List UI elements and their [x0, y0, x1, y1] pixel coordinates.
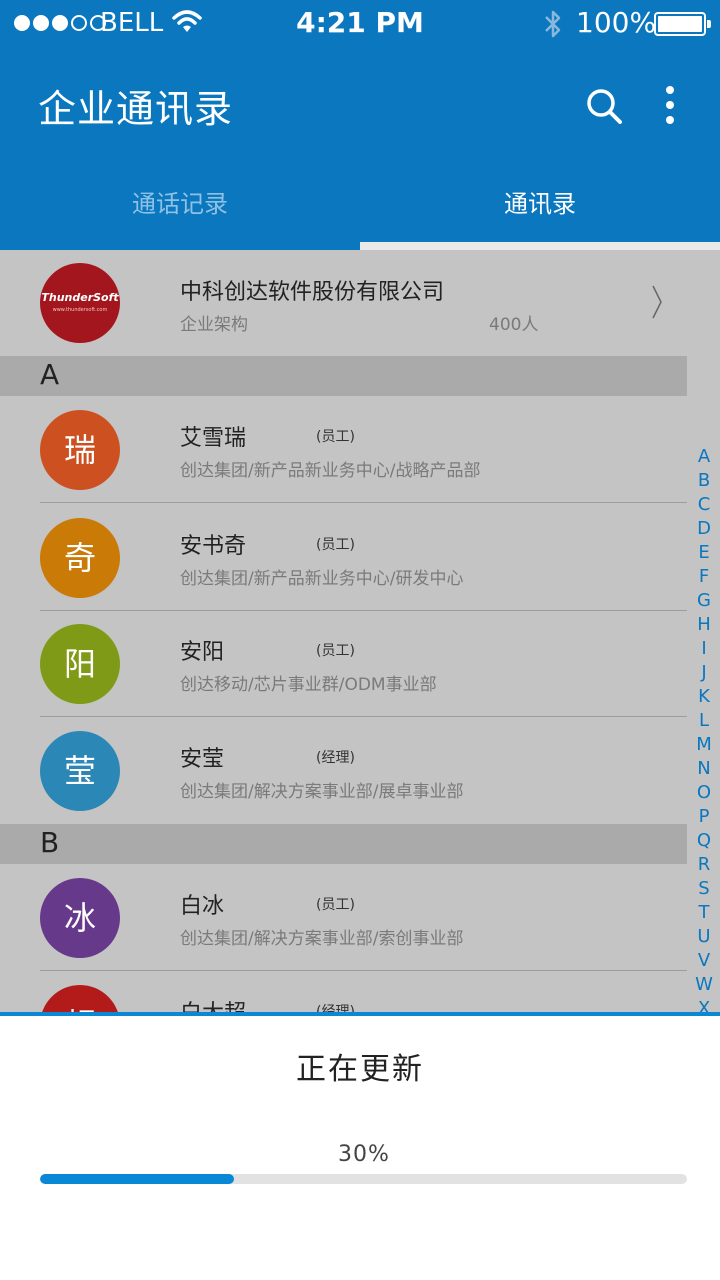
update-dialog: 正在更新 30% — [0, 1012, 720, 1280]
dialog-title: 正在更新 — [296, 1052, 424, 1087]
avatar: 瑞 — [40, 410, 120, 490]
index-letter-m[interactable]: M — [692, 733, 716, 757]
index-letter-c[interactable]: C — [692, 493, 716, 517]
screen: BELL 4:21 PM 100% 企业通讯录 通话记录 通讯录 Thunder… — [0, 0, 720, 1280]
avatar: 莹 — [40, 731, 120, 811]
index-letter-g[interactable]: G — [692, 589, 716, 613]
contact-list[interactable]: ThunderSoft www.thundersoft.com 中科创达软件股份… — [0, 250, 720, 1012]
list-item[interactable]: 奇 安书奇 (员工) 创达集团/新产品新业务中心/研发中心 — [0, 504, 687, 611]
index-letter-j[interactable]: J — [692, 661, 716, 685]
contact-dept: 创达集团/新产品新业务中心/研发中心 — [180, 569, 464, 589]
index-letter-n[interactable]: N — [692, 757, 716, 781]
contact-name: 白大超 — [180, 995, 246, 1012]
battery-percent: 100% — [576, 6, 657, 39]
chevron-right-icon — [652, 285, 662, 319]
contact-name: 安阳 — [180, 640, 225, 665]
index-letter-o[interactable]: O — [692, 781, 716, 805]
list-item[interactable]: 莹 安莹 (经理) 创达集团/解决方案事业部/展卓事业部 — [0, 717, 687, 824]
section-letter: A — [40, 358, 60, 391]
section-header-a: A — [0, 356, 687, 396]
index-letter-x[interactable]: X — [692, 997, 716, 1012]
index-letter-d[interactable]: D — [692, 517, 716, 541]
contact-dept: 创达移动/芯片事业群/ODM事业部 — [180, 675, 437, 695]
org-name: 中科创达软件股份有限公司 — [180, 280, 445, 305]
contact-role: (员工) — [316, 429, 355, 445]
battery-icon — [654, 12, 711, 36]
bluetooth-icon — [545, 10, 561, 38]
index-letter-q[interactable]: Q — [692, 829, 716, 853]
org-member-count: 400人 — [489, 315, 539, 335]
tab-contacts[interactable]: 通讯录 — [360, 182, 720, 226]
more-options-icon[interactable] — [660, 86, 680, 126]
index-letter-h[interactable]: H — [692, 613, 716, 637]
list-item[interactable]: 瑞 艾雪瑞 (员工) 创达集团/新产品新业务中心/战略产品部 — [0, 396, 687, 503]
index-letter-f[interactable]: F — [692, 565, 716, 589]
contact-role: (员工) — [316, 537, 355, 553]
list-item[interactable]: 冰 白冰 (员工) 创达集团/解决方案事业部/索创事业部 — [0, 864, 687, 971]
index-letter-v[interactable]: V — [692, 949, 716, 973]
contact-dept: 创达集团/解决方案事业部/索创事业部 — [180, 929, 464, 949]
avatar: 冰 — [40, 878, 120, 958]
contact-dept: 创达集团/解决方案事业部/展卓事业部 — [180, 782, 464, 802]
index-letter-p[interactable]: P — [692, 805, 716, 829]
org-subtitle: 企业架构 — [180, 315, 248, 335]
divider — [40, 502, 687, 503]
search-icon[interactable] — [584, 86, 624, 126]
tab-call-log[interactable]: 通话记录 — [0, 182, 360, 226]
org-row[interactable]: ThunderSoft www.thundersoft.com 中科创达软件股份… — [0, 250, 720, 356]
index-letter-r[interactable]: R — [692, 853, 716, 877]
list-item[interactable]: 超 白大超 (经理) — [0, 971, 687, 1012]
index-letter-e[interactable]: E — [692, 541, 716, 565]
app-header: BELL 4:21 PM 100% 企业通讯录 通话记录 通讯录 — [0, 0, 720, 250]
company-logo: ThunderSoft www.thundersoft.com — [40, 263, 120, 343]
company-logo-url: www.thundersoft.com — [52, 307, 108, 313]
contact-role: (经理) — [316, 1004, 355, 1012]
index-letter-l[interactable]: L — [692, 709, 716, 733]
contact-name: 艾雪瑞 — [180, 426, 247, 451]
index-letter-i[interactable]: I — [692, 637, 716, 661]
progress-fill — [40, 1174, 235, 1184]
list-item[interactable]: 阳 安阳 (员工) 创达移动/芯片事业群/ODM事业部 — [0, 610, 687, 717]
index-letter-s[interactable]: S — [692, 877, 716, 901]
status-bar: BELL 4:21 PM 100% — [0, 0, 720, 48]
contact-dept: 创达集团/新产品新业务中心/战略产品部 — [180, 461, 481, 481]
contact-role: (员工) — [316, 643, 355, 659]
index-letter-a[interactable]: A — [692, 445, 716, 469]
avatar: 奇 — [40, 518, 120, 598]
contact-role: (经理) — [316, 750, 355, 766]
progress-bar — [40, 1174, 687, 1184]
contact-name: 白冰 — [180, 894, 225, 919]
index-letter-k[interactable]: K — [692, 685, 716, 709]
index-letter-t[interactable]: T — [692, 901, 716, 925]
avatar: 阳 — [40, 624, 120, 704]
company-logo-text: ThunderSoft — [41, 291, 119, 304]
index-letter-b[interactable]: B — [692, 469, 716, 493]
contact-role: (员工) — [316, 897, 355, 913]
contact-name: 安书奇 — [180, 534, 247, 559]
contact-name: 安莹 — [180, 747, 225, 772]
tab-indicator — [360, 242, 720, 250]
alphabet-index[interactable]: ABCDEFGHIJKLMNOPQRSTUVWX — [692, 445, 716, 1012]
index-letter-u[interactable]: U — [692, 925, 716, 949]
avatar: 超 — [40, 985, 120, 1012]
section-header-b: B — [0, 824, 687, 864]
page-title: 企业通讯录 — [38, 87, 234, 131]
section-letter: B — [40, 826, 60, 859]
progress-percent: 30% — [338, 1142, 390, 1167]
index-letter-w[interactable]: W — [692, 973, 716, 997]
